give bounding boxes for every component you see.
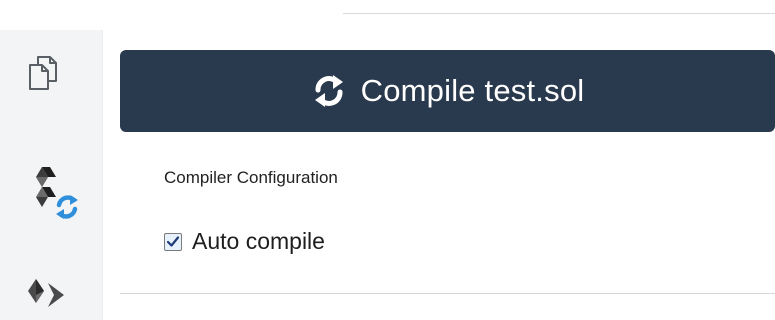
top-strip-divider <box>343 13 775 14</box>
section-divider <box>120 293 775 294</box>
auto-compile-label: Auto compile <box>192 228 325 254</box>
compile-button[interactable]: Compile test.sol <box>120 50 775 132</box>
solidity-compiler-icon[interactable] <box>30 165 80 234</box>
auto-compile-option[interactable]: Auto compile <box>164 228 325 255</box>
compiler-panel: Compile test.sol Compiler Configuration … <box>103 30 775 320</box>
auto-compile-checkbox[interactable] <box>164 232 182 251</box>
file-explorer-icon[interactable] <box>24 53 68 98</box>
deploy-run-icon[interactable] <box>24 275 72 320</box>
top-strip <box>0 0 775 30</box>
compiler-configuration-title: Compiler Configuration <box>164 168 338 187</box>
compiler-plugin-view: Compile test.sol Compiler Configuration … <box>0 0 775 320</box>
icon-sidebar <box>0 30 103 320</box>
compile-button-label: Compile test.sol <box>360 73 585 108</box>
refresh-icon <box>311 73 347 109</box>
